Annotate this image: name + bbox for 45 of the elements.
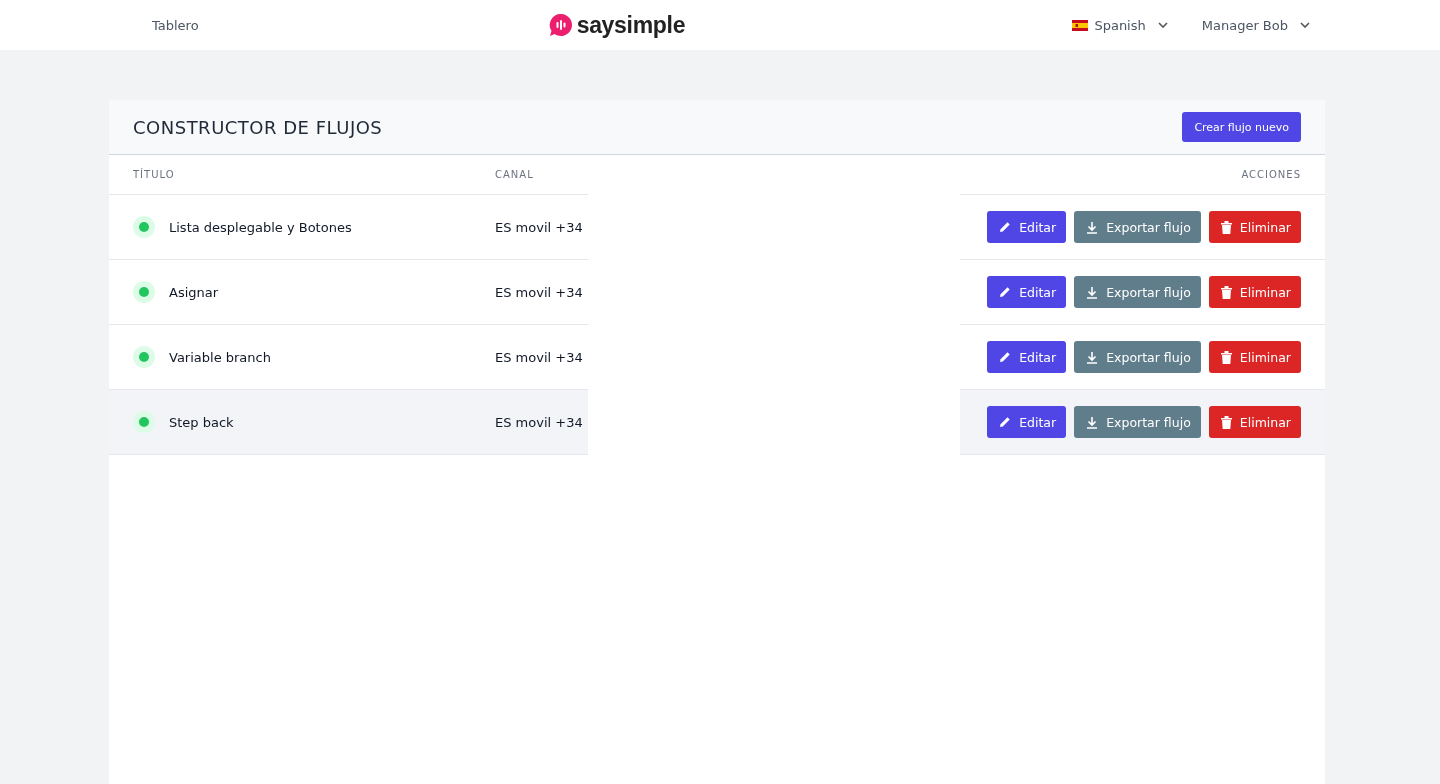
dashboard-link[interactable]: Tablero bbox=[152, 17, 199, 33]
flow-title: Step back bbox=[169, 414, 234, 430]
flag-icon bbox=[1072, 19, 1089, 31]
column-header: TÍTULO bbox=[133, 169, 175, 180]
delete-button[interactable]: Eliminar bbox=[1208, 276, 1301, 308]
pencil-icon bbox=[999, 351, 1012, 363]
edit-button[interactable]: Editar bbox=[987, 406, 1067, 438]
delete-button[interactable]: Eliminar bbox=[1208, 406, 1301, 438]
download-icon bbox=[1086, 220, 1099, 234]
chevron-down-icon bbox=[1157, 22, 1168, 28]
pencil-icon bbox=[999, 221, 1012, 233]
export-button[interactable]: Exportar flujo bbox=[1074, 341, 1201, 373]
delete-button[interactable]: Eliminar bbox=[1208, 341, 1301, 373]
channel-name: ES movil +34 bbox=[495, 219, 583, 235]
trash-icon bbox=[1220, 285, 1232, 299]
download-icon bbox=[1086, 285, 1099, 299]
pencil-icon bbox=[999, 286, 1012, 298]
export-button[interactable]: Exportar flujo bbox=[1074, 276, 1201, 308]
logo-icon bbox=[548, 13, 573, 37]
trash-icon bbox=[1220, 415, 1232, 429]
trash-icon bbox=[1220, 350, 1232, 364]
download-icon bbox=[1086, 350, 1099, 364]
download-icon bbox=[1086, 415, 1099, 429]
page-title: CONSTRUCTOR DE FLUJOS bbox=[133, 116, 383, 138]
pencil-icon bbox=[999, 416, 1012, 428]
delete-button[interactable]: Eliminar bbox=[1208, 211, 1301, 243]
chevron-down-icon bbox=[1300, 22, 1310, 28]
flow-title: Lista desplegable y Botones bbox=[169, 219, 352, 235]
column-header: ACCIONES bbox=[1241, 169, 1301, 180]
channel-name: ES movil +34 bbox=[495, 349, 583, 365]
edit-button[interactable]: Editar bbox=[987, 276, 1067, 308]
export-button[interactable]: Exportar flujo bbox=[1074, 211, 1201, 243]
user-menu[interactable]: Manager Bob bbox=[1201, 17, 1310, 33]
language-menu[interactable]: Spanish bbox=[1072, 17, 1168, 33]
flow-title: Variable branch bbox=[169, 349, 271, 365]
edit-button[interactable]: Editar bbox=[987, 211, 1067, 243]
column-header: CANAL bbox=[495, 169, 534, 180]
export-button[interactable]: Exportar flujo bbox=[1074, 406, 1201, 438]
create-flow-button[interactable]: Crear flujo nuevo bbox=[1182, 112, 1301, 142]
logo-text: saysimple bbox=[576, 11, 686, 39]
flow-title: Asignar bbox=[169, 284, 219, 300]
trash-icon bbox=[1220, 220, 1232, 234]
edit-button[interactable]: Editar bbox=[987, 341, 1067, 373]
channel-name: ES movil +34 bbox=[495, 284, 583, 300]
channel-name: ES movil +34 bbox=[495, 414, 583, 430]
